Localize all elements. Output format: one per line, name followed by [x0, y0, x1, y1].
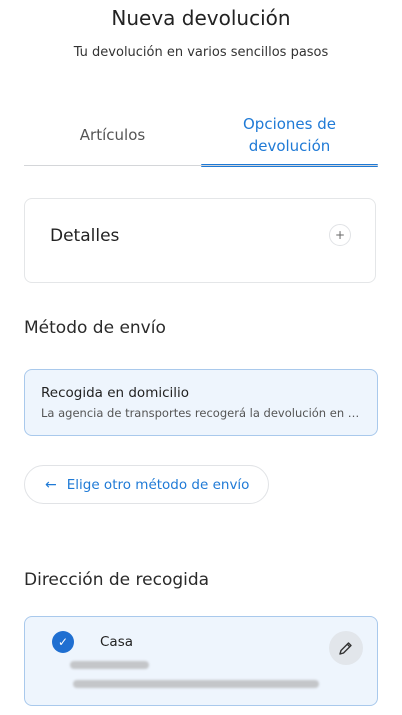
pickup-address-heading: Dirección de recogida	[24, 570, 210, 590]
tab-label: Artículos	[79, 125, 146, 144]
page-title: Nueva devolución	[111, 6, 291, 30]
tabs-divider	[24, 165, 378, 166]
change-shipping-method-button[interactable]: ← Elige otro método de envío	[24, 465, 269, 504]
shipping-method-heading: Método de envío	[24, 318, 166, 338]
details-label: Detalles	[50, 226, 120, 246]
pickup-address-card[interactable]: ✓ Casa	[24, 616, 378, 706]
shipping-method-title: Recogida en domicilio	[41, 385, 190, 401]
arrow-left-icon: ←	[45, 476, 57, 493]
details-accordion[interactable]: Detalles +	[24, 198, 376, 283]
change-shipping-label: Elige otro método de envío	[66, 476, 250, 493]
selected-shipping-method[interactable]: Recogida en domicilio La agencia de tran…	[24, 369, 378, 436]
plus-glyph: +	[334, 228, 346, 242]
step-tabs: Artículos Opciones de devolución	[24, 103, 378, 167]
expand-plus-icon[interactable]: +	[329, 224, 351, 246]
pencil-icon	[339, 642, 352, 655]
address-name: Casa	[100, 634, 134, 650]
check-glyph: ✓	[57, 635, 69, 649]
tab-articulos[interactable]: Artículos	[24, 103, 201, 166]
tab-opciones-devolucion[interactable]: Opciones de devolución	[201, 103, 378, 167]
tab-label: Opciones de devolución	[243, 114, 336, 155]
page-subtitle: Tu devolución en varios sencillos pasos	[73, 45, 329, 60]
redacted-address-line	[70, 661, 149, 669]
redacted-address-line	[73, 680, 319, 688]
edit-address-button[interactable]	[329, 631, 363, 665]
shipping-method-description: La agencia de transportes recogerá la de…	[41, 406, 361, 420]
checkmark-icon[interactable]: ✓	[52, 631, 74, 653]
